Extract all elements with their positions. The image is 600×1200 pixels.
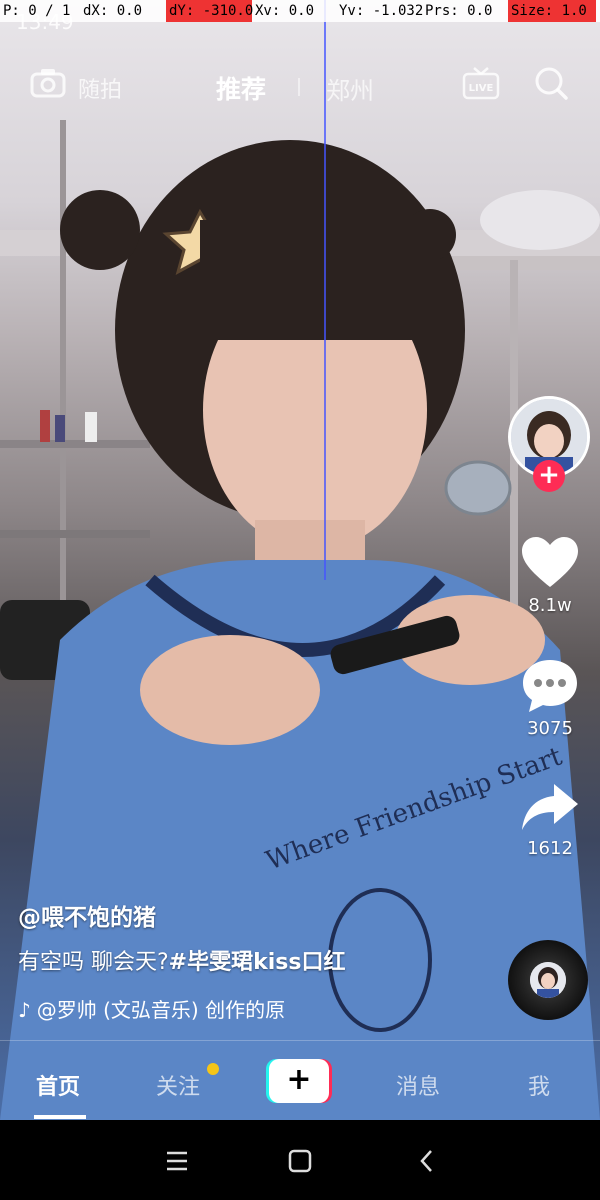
- pointer-location-overlay: P: 0 / 1 dX: 0.0 dY: -310.0 Xv: 0.0 Yv: …: [0, 0, 600, 22]
- share-arrow-icon: [522, 784, 578, 830]
- disc-cover: [530, 962, 566, 998]
- top-navigation: 随拍 推荐 郑州 LIVE: [0, 60, 600, 110]
- caption-text: 有空吗 聊会天?: [18, 950, 169, 975]
- live-icon[interactable]: LIVE: [462, 66, 500, 100]
- live-label: LIVE: [469, 83, 494, 94]
- tab-home[interactable]: 首页: [36, 1069, 80, 1101]
- music-ticker[interactable]: ♪ @罗帅 (文弘音乐) 创作的原: [18, 994, 318, 1023]
- tab-city[interactable]: 郑州: [326, 71, 374, 106]
- home-icon[interactable]: [287, 1148, 313, 1174]
- tab-messages[interactable]: 消息: [396, 1069, 440, 1101]
- pressure: Prs: 0.0: [425, 3, 493, 19]
- like-button[interactable]: 8.1w: [510, 535, 590, 616]
- camera-icon[interactable]: [30, 68, 66, 98]
- create-button[interactable]: +: [266, 1059, 332, 1103]
- comment-button[interactable]: 3075: [510, 656, 590, 739]
- notification-dot: [207, 1063, 219, 1075]
- comment-count: 3075: [527, 718, 573, 739]
- tab-following[interactable]: 关注: [156, 1069, 200, 1101]
- tab-divider: [298, 78, 300, 96]
- velocity-y: Yv: -1.032: [339, 3, 424, 19]
- active-tab-indicator: [34, 1115, 86, 1119]
- follow-button[interactable]: +: [533, 460, 565, 492]
- menu-icon[interactable]: [164, 1148, 190, 1174]
- author-name[interactable]: @喂不饱的猪: [18, 898, 156, 932]
- music-note-icon: ♪: [18, 998, 31, 1022]
- comment-icon: [523, 660, 577, 712]
- search-icon[interactable]: [534, 66, 568, 100]
- like-count: 8.1w: [528, 595, 572, 616]
- delta-y: dY: -310.0: [166, 0, 253, 22]
- pointer-count: P: 0 / 1: [3, 3, 71, 19]
- tab-recommend[interactable]: 推荐: [216, 70, 266, 106]
- bottom-tab-bar: 首页 关注 + 消息 我: [0, 1040, 600, 1121]
- music-title: @罗帅 (文弘音乐) 创作的原: [36, 998, 286, 1022]
- hashtag-link[interactable]: #毕雯珺kiss口红: [169, 950, 346, 975]
- share-count: 1612: [527, 838, 573, 859]
- video-caption: 有空吗 聊会天?#毕雯珺kiss口红: [18, 944, 345, 976]
- heart-icon: [522, 537, 578, 587]
- plus-icon: +: [269, 1059, 329, 1103]
- delta-x: dX: 0.0: [83, 3, 143, 19]
- velocity-x: Xv: 0.0: [255, 3, 315, 19]
- tab-me[interactable]: 我: [528, 1069, 550, 1101]
- touch-size: Size: 1.0: [508, 0, 596, 22]
- back-icon[interactable]: [414, 1148, 440, 1174]
- share-button[interactable]: 1612: [510, 782, 590, 859]
- music-disc[interactable]: [508, 940, 588, 1020]
- system-navigation-bar: [0, 1120, 600, 1200]
- shoot-link[interactable]: 随拍: [78, 72, 122, 104]
